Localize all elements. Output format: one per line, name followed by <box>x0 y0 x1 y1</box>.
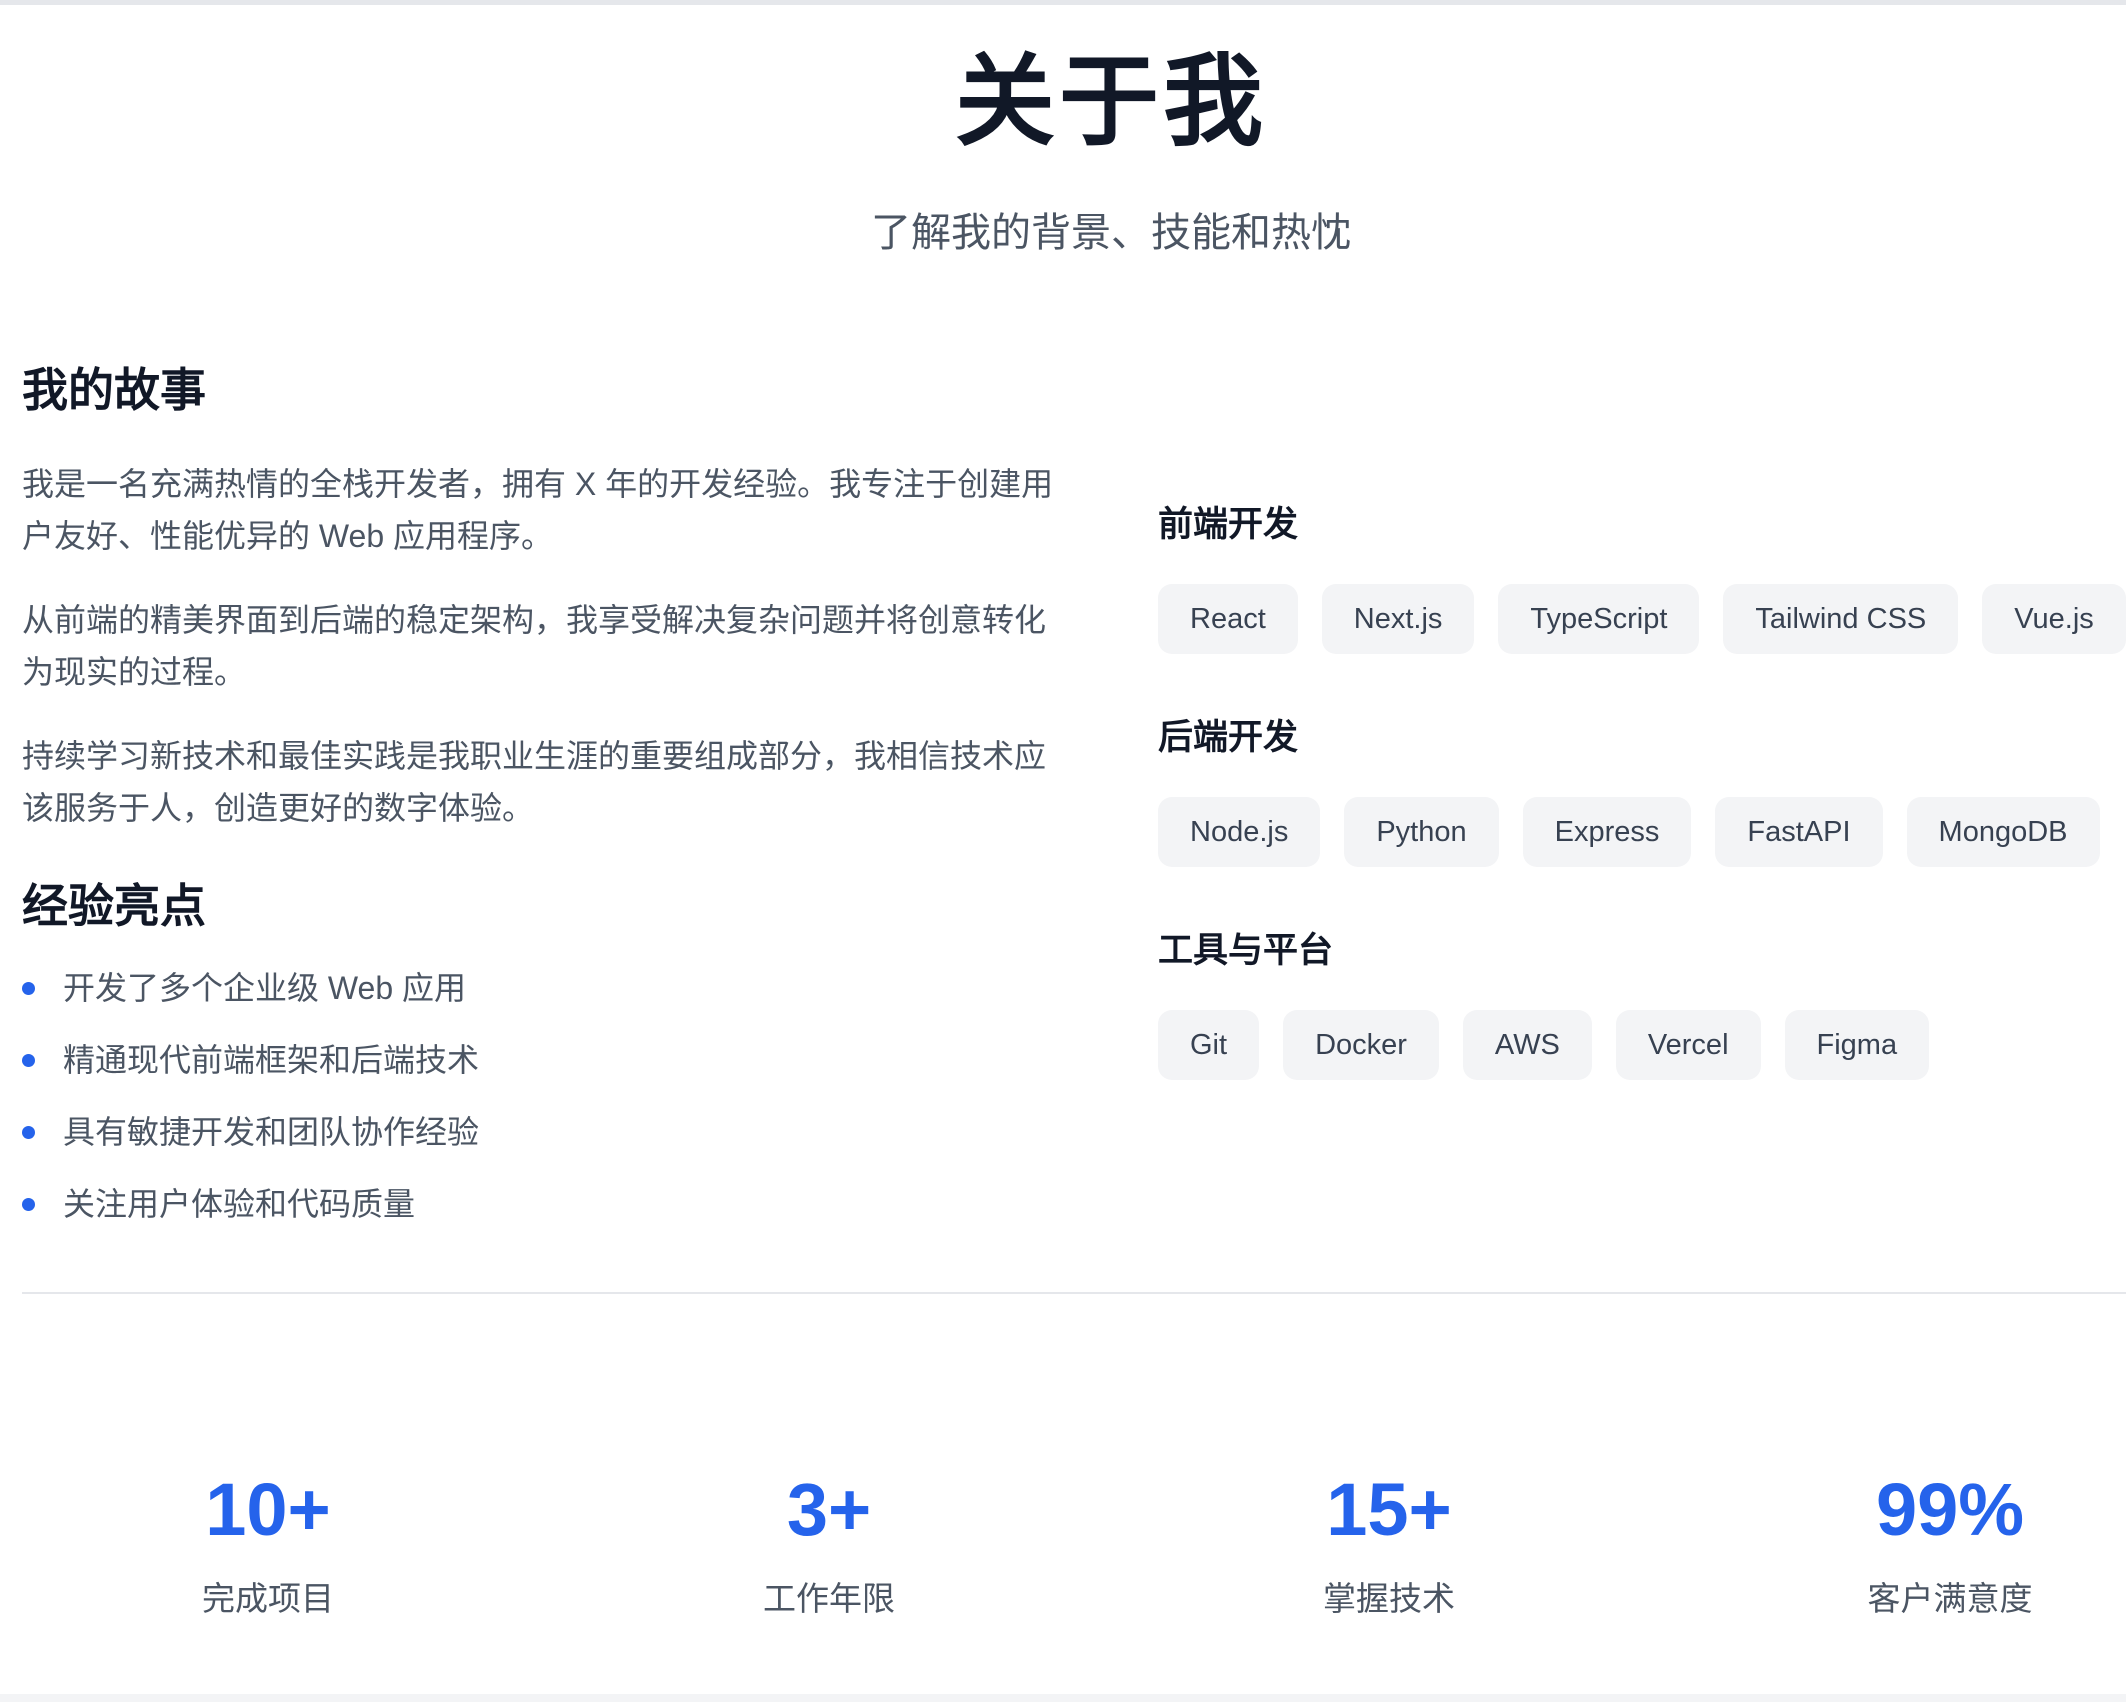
stat-label: 掌握技术 <box>1323 1580 1455 1617</box>
skill-tag: Figma <box>1784 1010 1930 1080</box>
skills-column: 前端开发 React Next.js TypeScript Tailwind C… <box>1158 502 2126 1141</box>
experience-item: 关注用户体验和代码质量 <box>22 1178 1062 1230</box>
page-header: 关于我 了解我的背景、技能和热忱 <box>0 40 2126 259</box>
skill-tag: Docker <box>1283 1010 1439 1080</box>
story-heading: 我的故事 <box>22 364 206 416</box>
skill-tag: Git <box>1158 1010 1260 1080</box>
experience-item-text: 具有敏捷开发和团队协作经验 <box>63 1114 480 1150</box>
story-column: 我的故事 我是一名充满热情的全栈开发者，拥有 X 年的开发经验。我专注于创建用户… <box>22 360 1062 1250</box>
story-paragraph: 持续学习新技术和最佳实践是我职业生涯的重要组成部分，我相信技术应该服务于人，创造… <box>22 738 1047 826</box>
skill-tag: Python <box>1344 797 1499 867</box>
experience-heading: 经验亮点 <box>22 880 206 932</box>
skill-tag: Vercel <box>1615 1010 1761 1080</box>
stat-skills: 15+ 掌握技术 <box>1219 1465 1559 1619</box>
stat-label: 客户满意度 <box>1867 1580 2033 1617</box>
skill-tag: FastAPI <box>1715 797 1883 867</box>
skill-tag: Express <box>1522 797 1692 867</box>
bullet-dot-icon <box>22 1198 35 1211</box>
skill-group-frontend: 前端开发 React Next.js TypeScript Tailwind C… <box>1158 502 2126 654</box>
skill-group-title: 后端开发 <box>1158 718 1299 757</box>
story-paragraph: 我是一名充满热情的全栈开发者，拥有 X 年的开发经验。我专注于创建用户友好、性能… <box>22 466 1054 554</box>
skill-group-tools: 工具与平台 Git Docker AWS Vercel Figma <box>1158 928 2126 1080</box>
section-divider <box>22 1292 2126 1294</box>
skill-tags: Git Docker AWS Vercel Figma <box>1158 1010 2126 1080</box>
skill-tag: Vue.js <box>1982 584 2126 654</box>
skill-group-title: 工具与平台 <box>1158 931 1334 970</box>
stat-value: 15+ <box>1326 1468 1452 1551</box>
skill-tag: Tailwind CSS <box>1723 584 1959 654</box>
experience-list: 开发了多个企业级 Web 应用 精通现代前端框架和后端技术 具有敏捷开发和团队协… <box>22 962 1062 1230</box>
stat-value: 10+ <box>205 1468 331 1551</box>
page-subtitle: 了解我的背景、技能和热忱 <box>871 211 1351 255</box>
skill-tags: Node.js Python Express FastAPI MongoDB <box>1158 797 2126 867</box>
stat-label: 工作年限 <box>763 1580 895 1617</box>
experience-item: 开发了多个企业级 Web 应用 <box>22 962 1062 1014</box>
bullet-dot-icon <box>22 1054 35 1067</box>
stat-projects: 10+ 完成项目 <box>98 1465 438 1619</box>
bottom-border <box>0 1694 2126 1702</box>
stat-label: 完成项目 <box>202 1580 334 1617</box>
skill-group-title: 前端开发 <box>1158 505 1299 544</box>
bullet-dot-icon <box>22 1126 35 1139</box>
skill-tag: React <box>1158 584 1298 654</box>
experience-item: 精通现代前端框架和后端技术 <box>22 1034 1062 1086</box>
skill-tag: TypeScript <box>1498 584 1700 654</box>
skill-group-backend: 后端开发 Node.js Python Express FastAPI Mong… <box>1158 715 2126 867</box>
stat-satisfaction: 99% 客户满意度 <box>1780 1465 2120 1619</box>
bullet-dot-icon <box>22 982 35 995</box>
skill-tag: AWS <box>1462 1010 1592 1080</box>
story-paragraph: 从前端的精美界面到后端的稳定架构，我享受解决复杂问题并将创意转化为现实的过程。 <box>22 602 1047 690</box>
skill-tags: React Next.js TypeScript Tailwind CSS Vu… <box>1158 584 2126 654</box>
skill-tag: MongoDB <box>1906 797 2100 867</box>
stat-value: 3+ <box>786 1468 872 1551</box>
experience-item-text: 关注用户体验和代码质量 <box>63 1186 416 1222</box>
experience-item: 具有敏捷开发和团队协作经验 <box>22 1106 1062 1158</box>
skill-tag: Next.js <box>1321 584 1475 654</box>
experience-item-text: 精通现代前端框架和后端技术 <box>63 1042 480 1078</box>
stat-value: 99% <box>1875 1468 2025 1551</box>
skill-tag: Node.js <box>1158 797 1321 867</box>
experience-item-text: 开发了多个企业级 Web 应用 <box>63 970 467 1006</box>
page-title: 关于我 <box>955 46 1267 158</box>
stat-years: 3+ 工作年限 <box>659 1465 999 1619</box>
top-border <box>0 0 2126 5</box>
